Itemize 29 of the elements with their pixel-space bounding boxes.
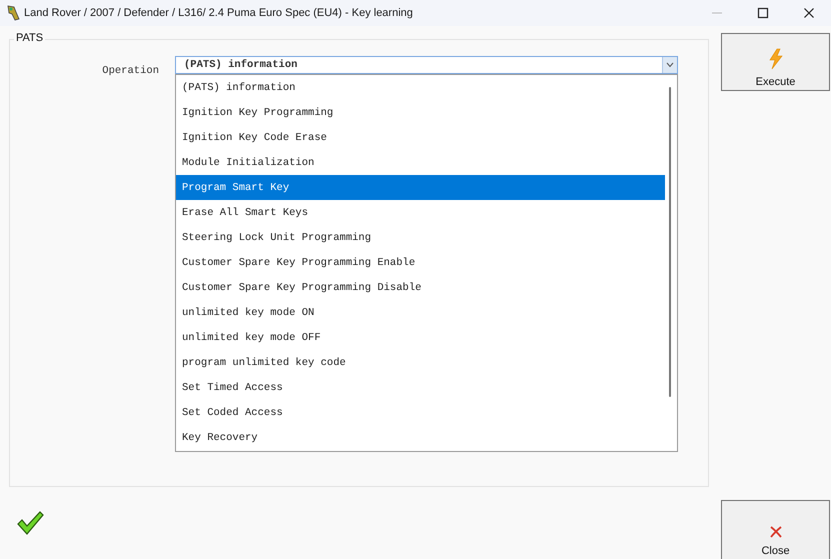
x-icon bbox=[768, 525, 782, 539]
dropdown-option[interactable]: Key Recovery bbox=[176, 425, 665, 450]
dropdown-option[interactable]: Erase All Smart Keys bbox=[176, 200, 665, 225]
close-icon[interactable] bbox=[803, 7, 815, 19]
window-title: Land Rover / 2007 / Defender / L316/ 2.4 Puma Euro Spec (EU4) - Key learning bbox=[24, 7, 413, 19]
execute-button[interactable]: Execute bbox=[721, 33, 830, 91]
dropdown-option[interactable]: Program Smart Key bbox=[176, 175, 665, 200]
dropdown-option[interactable]: Customer Spare Key Programming Enable bbox=[176, 250, 665, 275]
lightning-icon bbox=[768, 48, 784, 70]
dropdown-option[interactable]: Ignition Key Programming bbox=[176, 100, 665, 125]
dropdown-option[interactable]: Module Initialization bbox=[176, 150, 665, 175]
dropdown-option[interactable]: unlimited key mode ON bbox=[176, 300, 665, 325]
scrollbar[interactable] bbox=[669, 87, 671, 397]
chevron-icon bbox=[666, 62, 674, 68]
dropdown-option[interactable]: program unlimited key code bbox=[176, 350, 665, 375]
dropdown-option[interactable]: unlimited key mode OFF bbox=[176, 325, 665, 350]
dropdown-option[interactable]: Set Timed Access bbox=[176, 375, 665, 400]
field-label: Operation bbox=[101, 64, 160, 77]
app-icon bbox=[6, 5, 20, 21]
dropdown-option[interactable]: (PATS) information bbox=[176, 75, 665, 100]
dropdown-option[interactable]: Customer Spare Key Programming Disable bbox=[176, 275, 665, 300]
dropdown-option[interactable]: Set Coded Access bbox=[176, 400, 665, 425]
operation-dropdown[interactable]: (PATS) information bbox=[175, 56, 678, 74]
dropdown-option[interactable]: Steering Lock Unit Programming bbox=[176, 225, 665, 250]
checkmark-icon bbox=[16, 510, 44, 536]
close-button[interactable]: Close bbox=[721, 500, 830, 559]
group-title: PATS bbox=[14, 32, 46, 44]
dropdown-option[interactable]: Ignition Key Code Erase bbox=[176, 125, 665, 150]
maximize-icon[interactable] bbox=[757, 7, 769, 19]
